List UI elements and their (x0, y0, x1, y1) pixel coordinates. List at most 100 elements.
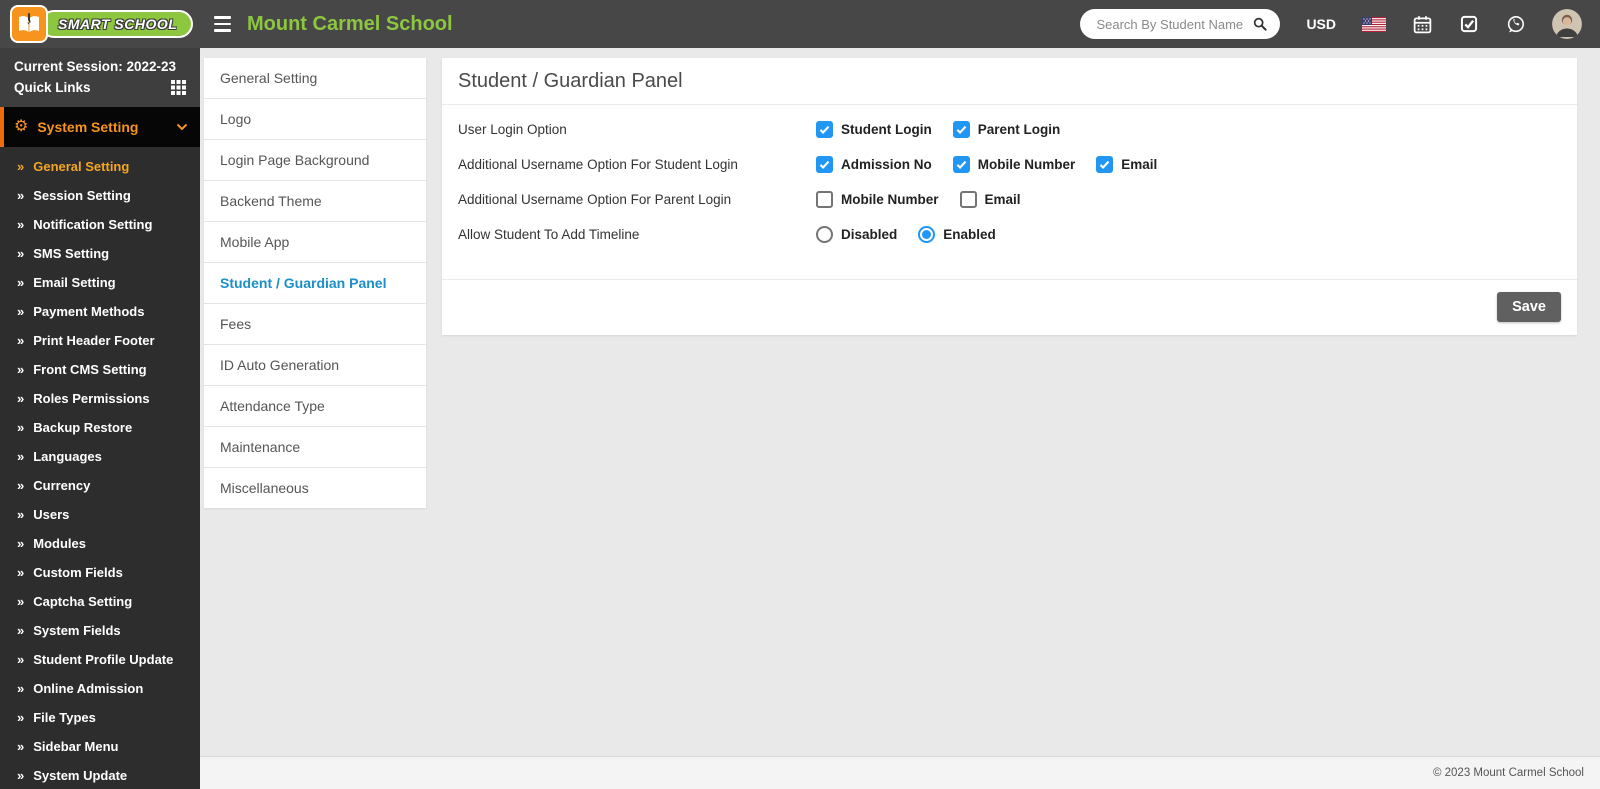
settings-tab-maintenance[interactable]: Maintenance (204, 427, 426, 468)
open-book-icon (10, 5, 48, 43)
sidebar-item-languages[interactable]: » Languages (0, 442, 200, 471)
sidebar-item-student-profile-update[interactable]: » Student Profile Update (0, 645, 200, 674)
search-icon[interactable] (1252, 16, 1268, 32)
student-search-box[interactable] (1080, 9, 1281, 39)
sidebar-item-front-cms-setting[interactable]: » Front CMS Setting (0, 355, 200, 384)
sidebar-item-sidebar-menu[interactable]: » Sidebar Menu (0, 732, 200, 761)
content-panel: Student / Guardian Panel User Login Opti… (442, 58, 1577, 335)
sidebar-item-payment-methods[interactable]: » Payment Methods (0, 297, 200, 326)
sidebar-item-backup-restore[interactable]: » Backup Restore (0, 413, 200, 442)
sidebar-item-general-setting[interactable]: » General Setting (0, 152, 200, 181)
double-chevron-icon: » (17, 448, 25, 464)
double-chevron-icon: » (17, 158, 25, 174)
checkbox-option-parent-login[interactable]: Parent Login (952, 121, 1061, 138)
sidebar-item-notification-setting[interactable]: » Notification Setting (0, 210, 200, 239)
sidebar-item-custom-fields[interactable]: » Custom Fields (0, 558, 200, 587)
sidebar-menu-system-setting[interactable]: ⚙ System Setting (0, 107, 200, 147)
checkbox-option-email[interactable]: Email (1096, 156, 1157, 173)
radio-option-disabled[interactable]: Disabled (816, 226, 897, 243)
sidebar-item-sms-setting[interactable]: » SMS Setting (0, 239, 200, 268)
sidebar-item-label: Session Setting (33, 187, 131, 203)
checkbox-checked-icon[interactable] (952, 156, 970, 173)
double-chevron-icon: » (17, 332, 25, 348)
quick-links-label[interactable]: Quick Links (14, 77, 91, 98)
setting-row-additional-username-option-for-parent-login: Additional Username Option For Parent Lo… (442, 182, 1577, 217)
sidebar-item-session-setting[interactable]: » Session Setting (0, 181, 200, 210)
sidebar-item-system-fields[interactable]: » System Fields (0, 616, 200, 645)
checkbox-checked-icon[interactable] (816, 156, 833, 173)
settings-tab-attendance-type[interactable]: Attendance Type (204, 386, 426, 427)
checkbox-option-email[interactable]: Email (959, 191, 1021, 208)
checkbox-option-mobile-number[interactable]: Mobile Number (816, 191, 939, 208)
option-label: Parent Login (977, 122, 1061, 137)
settings-tab-backend-theme[interactable]: Backend Theme (204, 181, 426, 222)
save-button[interactable]: Save (1497, 292, 1561, 322)
option-label: Mobile Number (977, 157, 1076, 172)
sidebar-item-label: Currency (33, 477, 91, 493)
settings-tab-fees[interactable]: Fees (204, 304, 426, 345)
sidebar-item-currency[interactable]: » Currency (0, 471, 200, 500)
radio-unchecked-icon[interactable] (816, 226, 833, 243)
sidebar-item-label: Modules (33, 535, 86, 551)
user-avatar[interactable] (1552, 9, 1582, 39)
setting-label: Additional Username Option For Parent Lo… (458, 192, 732, 207)
double-chevron-icon: » (17, 767, 25, 783)
chevron-down-icon (176, 118, 188, 136)
settings-tab-general-setting[interactable]: General Setting (204, 58, 426, 99)
sidebar-item-label: Users (33, 506, 70, 522)
settings-tab-student-guardian-panel[interactable]: Student / Guardian Panel (204, 263, 426, 304)
sidebar-item-label: Online Admission (33, 680, 144, 696)
copyright-text: © 2023 Mount Carmel School (1432, 767, 1584, 779)
language-flag-icon[interactable] (1362, 16, 1386, 32)
checkbox-checked-icon[interactable] (952, 121, 970, 138)
radio-checked-icon[interactable] (918, 226, 936, 243)
grid-icon[interactable] (171, 80, 186, 95)
tasks-icon[interactable] (1459, 14, 1479, 34)
whatsapp-icon[interactable] (1505, 14, 1526, 35)
search-input[interactable] (1096, 16, 1253, 32)
hamburger-icon[interactable] (214, 14, 231, 34)
currency-selector[interactable]: USD (1306, 16, 1336, 32)
double-chevron-icon: » (17, 651, 25, 667)
checkbox-checked-icon[interactable] (1096, 156, 1114, 173)
checkbox-checked-icon[interactable] (816, 121, 833, 138)
brand-logo[interactable]: SMART SCHOOL (0, 0, 200, 48)
save-row: Save (442, 279, 1577, 335)
sidebar-item-online-admission[interactable]: » Online Admission (0, 674, 200, 703)
settings-tab-mobile-app[interactable]: Mobile App (204, 222, 426, 263)
gears-icon: ⚙ (14, 118, 29, 135)
settings-tab-miscellaneous[interactable]: Miscellaneous (204, 468, 426, 508)
checkbox-option-mobile-number[interactable]: Mobile Number (952, 156, 1076, 173)
checkbox-unchecked-icon[interactable] (959, 191, 977, 208)
current-session-label: Current Session: 2022-23 (14, 59, 177, 74)
sidebar-item-label: Payment Methods (33, 303, 145, 319)
settings-tab-logo[interactable]: Logo (204, 99, 426, 140)
header-actions: USD (1080, 9, 1600, 39)
calendar-icon[interactable] (1412, 14, 1433, 35)
option-label: Disabled (841, 227, 898, 242)
checkbox-option-student-login[interactable]: Student Login (816, 121, 932, 138)
sidebar-item-roles-permissions[interactable]: » Roles Permissions (0, 384, 200, 413)
double-chevron-icon: » (17, 709, 25, 725)
brand-name-pill: SMART SCHOOL (40, 10, 194, 38)
sidebar-item-system-update[interactable]: » System Update (0, 761, 200, 789)
settings-rows: User Login Option Student Login Parent Log… (442, 105, 1577, 252)
option-label: Admission No (841, 157, 932, 172)
sidebar-item-print-header-footer[interactable]: » Print Header Footer (0, 326, 200, 355)
checkbox-option-admission-no[interactable]: Admission No (816, 156, 932, 173)
sidebar-item-captcha-setting[interactable]: » Captcha Setting (0, 587, 200, 616)
checkbox-unchecked-icon[interactable] (816, 191, 833, 208)
radio-option-enabled[interactable]: Enabled (918, 226, 996, 243)
double-chevron-icon: » (17, 303, 25, 319)
settings-tab-id-auto-generation[interactable]: ID Auto Generation (204, 345, 426, 386)
sidebar-item-file-types[interactable]: » File Types (0, 703, 200, 732)
sidebar-item-modules[interactable]: » Modules (0, 529, 200, 558)
settings-tab-login-page-background[interactable]: Login Page Background (204, 140, 426, 181)
sidebar-item-label: SMS Setting (33, 245, 110, 261)
sidebar-item-label: Languages (33, 448, 102, 464)
sidebar-item-users[interactable]: » Users (0, 500, 200, 529)
double-chevron-icon: » (17, 187, 25, 203)
setting-controls: Admission No Mobile Number Email (816, 156, 1157, 173)
double-chevron-icon: » (17, 274, 25, 290)
sidebar-item-email-setting[interactable]: » Email Setting (0, 268, 200, 297)
